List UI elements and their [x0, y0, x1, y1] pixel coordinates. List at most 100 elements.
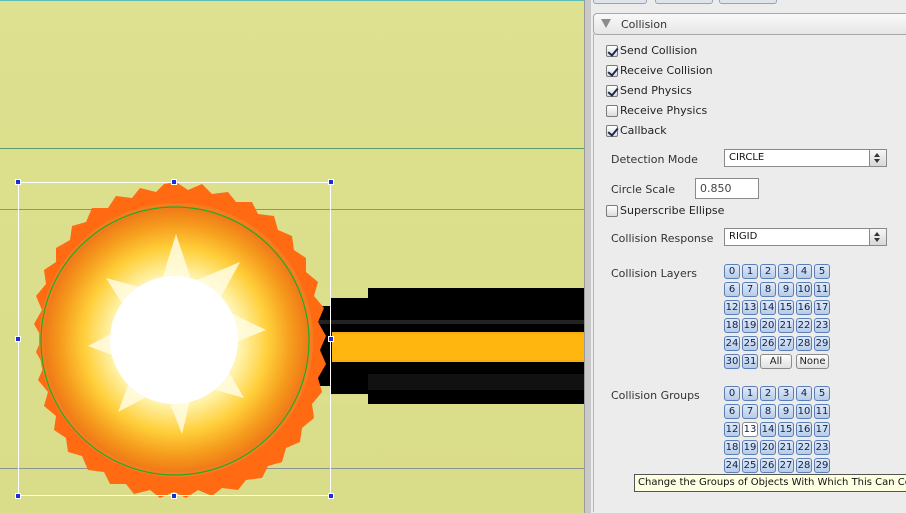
layer-button[interactable]: 25 — [742, 336, 758, 351]
group-button[interactable]: 6 — [724, 404, 740, 419]
resize-handle[interactable] — [328, 179, 334, 185]
panel-splitter[interactable] — [584, 0, 591, 513]
select-none-layers-button[interactable]: None — [796, 354, 829, 369]
layer-button[interactable]: 10 — [796, 282, 812, 297]
group-button[interactable]: 20 — [760, 440, 776, 455]
layer-button[interactable]: 9 — [778, 282, 794, 297]
checkbox-box[interactable] — [606, 65, 619, 77]
layer-button[interactable]: 23 — [814, 318, 830, 333]
group-button[interactable]: 29 — [814, 458, 830, 473]
canvas-top-border — [0, 0, 584, 1]
group-button[interactable]: 4 — [796, 386, 812, 401]
layer-button[interactable]: 3 — [778, 264, 794, 279]
group-button[interactable]: 9 — [778, 404, 794, 419]
layer-button[interactable]: 22 — [796, 318, 812, 333]
dropdown-spinner-icon[interactable] — [869, 229, 886, 245]
group-button[interactable]: 12 — [724, 422, 740, 437]
group-button[interactable]: 28 — [796, 458, 812, 473]
checkbox-label: Callback — [620, 124, 667, 137]
resize-handle[interactable] — [15, 179, 21, 185]
layer-button[interactable]: 8 — [760, 282, 776, 297]
layer-button[interactable]: 13 — [742, 300, 758, 315]
group-button[interactable]: 0 — [724, 386, 740, 401]
group-button[interactable]: 21 — [778, 440, 794, 455]
group-button[interactable]: 7 — [742, 404, 758, 419]
layer-button[interactable]: 7 — [742, 282, 758, 297]
checkbox-box[interactable] — [606, 85, 619, 97]
panel-tab[interactable] — [719, 0, 777, 4]
group-button[interactable]: 14 — [760, 422, 776, 437]
group-button[interactable]: 15 — [778, 422, 794, 437]
layer-button[interactable]: 11 — [814, 282, 830, 297]
checkbox-box[interactable] — [606, 125, 619, 137]
group-button[interactable]: 16 — [796, 422, 812, 437]
group-button[interactable]: 24 — [724, 458, 740, 473]
collapse-arrow-icon[interactable] — [601, 19, 611, 28]
layer-button[interactable]: 14 — [760, 300, 776, 315]
group-button[interactable]: 23 — [814, 440, 830, 455]
group-button[interactable]: 11 — [814, 404, 830, 419]
detection-mode-select[interactable]: CIRCLE — [724, 149, 887, 167]
selection-box[interactable] — [18, 182, 331, 496]
group-button[interactable]: 10 — [796, 404, 812, 419]
detection-mode-value: CIRCLE — [729, 152, 765, 163]
group-button[interactable]: 13 — [742, 422, 758, 437]
group-button[interactable]: 8 — [760, 404, 776, 419]
layer-button[interactable]: 31 — [742, 354, 758, 369]
group-button[interactable]: 26 — [760, 458, 776, 473]
collision-response-value: RIGID — [729, 231, 758, 242]
resize-handle[interactable] — [171, 179, 177, 185]
collision-section-header[interactable]: Collision — [593, 13, 906, 35]
layer-button[interactable]: 16 — [796, 300, 812, 315]
resize-handle[interactable] — [171, 493, 177, 499]
resize-handle[interactable] — [15, 336, 21, 342]
resize-handle[interactable] — [328, 336, 334, 342]
checkbox-box[interactable] — [606, 105, 618, 117]
layer-button[interactable]: 26 — [760, 336, 776, 351]
beam-sprite[interactable] — [318, 288, 584, 404]
layer-button[interactable]: 21 — [778, 318, 794, 333]
collision-response-label: Collision Response — [611, 232, 714, 245]
layer-button[interactable]: 30 — [724, 354, 740, 369]
group-button[interactable]: 17 — [814, 422, 830, 437]
layer-button[interactable]: 12 — [724, 300, 740, 315]
layer-button[interactable]: 18 — [724, 318, 740, 333]
layer-button[interactable]: 20 — [760, 318, 776, 333]
layer-button[interactable]: 28 — [796, 336, 812, 351]
panel-tab[interactable] — [593, 0, 647, 4]
checkbox-label: Receive Physics — [620, 104, 708, 117]
layer-button[interactable]: 24 — [724, 336, 740, 351]
layer-button[interactable]: 1 — [742, 264, 758, 279]
group-button[interactable]: 2 — [760, 386, 776, 401]
layer-button[interactable]: 15 — [778, 300, 794, 315]
dropdown-spinner-icon[interactable] — [869, 150, 886, 166]
group-button[interactable]: 3 — [778, 386, 794, 401]
layer-button[interactable]: 0 — [724, 264, 740, 279]
layer-button[interactable]: 6 — [724, 282, 740, 297]
layer-button[interactable]: 2 — [760, 264, 776, 279]
group-button[interactable]: 19 — [742, 440, 758, 455]
group-button[interactable]: 25 — [742, 458, 758, 473]
group-button[interactable]: 18 — [724, 440, 740, 455]
circle-scale-input[interactable]: 0.850 — [695, 178, 759, 199]
detection-mode-label: Detection Mode — [611, 153, 698, 166]
layer-button[interactable]: 27 — [778, 336, 794, 351]
group-button[interactable]: 22 — [796, 440, 812, 455]
layer-button[interactable]: 29 — [814, 336, 830, 351]
layer-button[interactable]: 5 — [814, 264, 830, 279]
checkbox-box[interactable] — [606, 45, 619, 57]
resize-handle[interactable] — [328, 493, 334, 499]
group-button[interactable]: 1 — [742, 386, 758, 401]
group-button[interactable]: 5 — [814, 386, 830, 401]
resize-handle[interactable] — [15, 493, 21, 499]
layer-button[interactable]: 17 — [814, 300, 830, 315]
checkbox-box[interactable] — [606, 205, 618, 217]
collision-response-select[interactable]: RIGID — [724, 228, 887, 246]
layer-button[interactable]: 4 — [796, 264, 812, 279]
group-button[interactable]: 27 — [778, 458, 794, 473]
select-all-layers-button[interactable]: All — [760, 354, 792, 369]
scene-canvas[interactable] — [0, 0, 584, 513]
panel-tab[interactable] — [655, 0, 713, 4]
collision-layers-label: Collision Layers — [611, 267, 697, 280]
layer-button[interactable]: 19 — [742, 318, 758, 333]
